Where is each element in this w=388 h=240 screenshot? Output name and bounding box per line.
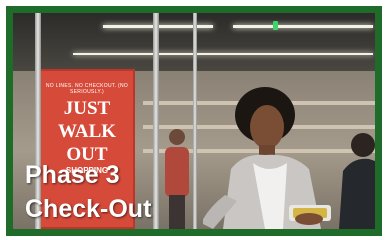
gate-pole [193,13,197,229]
ceiling-light [233,25,373,28]
caption-title: Check-Out [25,195,152,223]
photo-frame: NO LINES. NO CHECKOUT. (NO SERIOUSLY.) J… [6,6,382,236]
green-indicator-light [273,21,278,30]
sign-word: WALK [57,121,117,142]
caption-phase: Phase 3 [25,161,120,189]
sign-small-text: NO LINES. NO CHECKOUT. (NO SERIOUSLY.) [45,83,129,95]
store-scene: NO LINES. NO CHECKOUT. (NO SERIOUSLY.) J… [13,13,375,229]
shopper-foreground [339,133,375,229]
ceiling-light [73,53,373,55]
sign-word: JUST [63,98,111,119]
shopper-background [165,129,189,229]
woman-shopper [203,87,331,229]
